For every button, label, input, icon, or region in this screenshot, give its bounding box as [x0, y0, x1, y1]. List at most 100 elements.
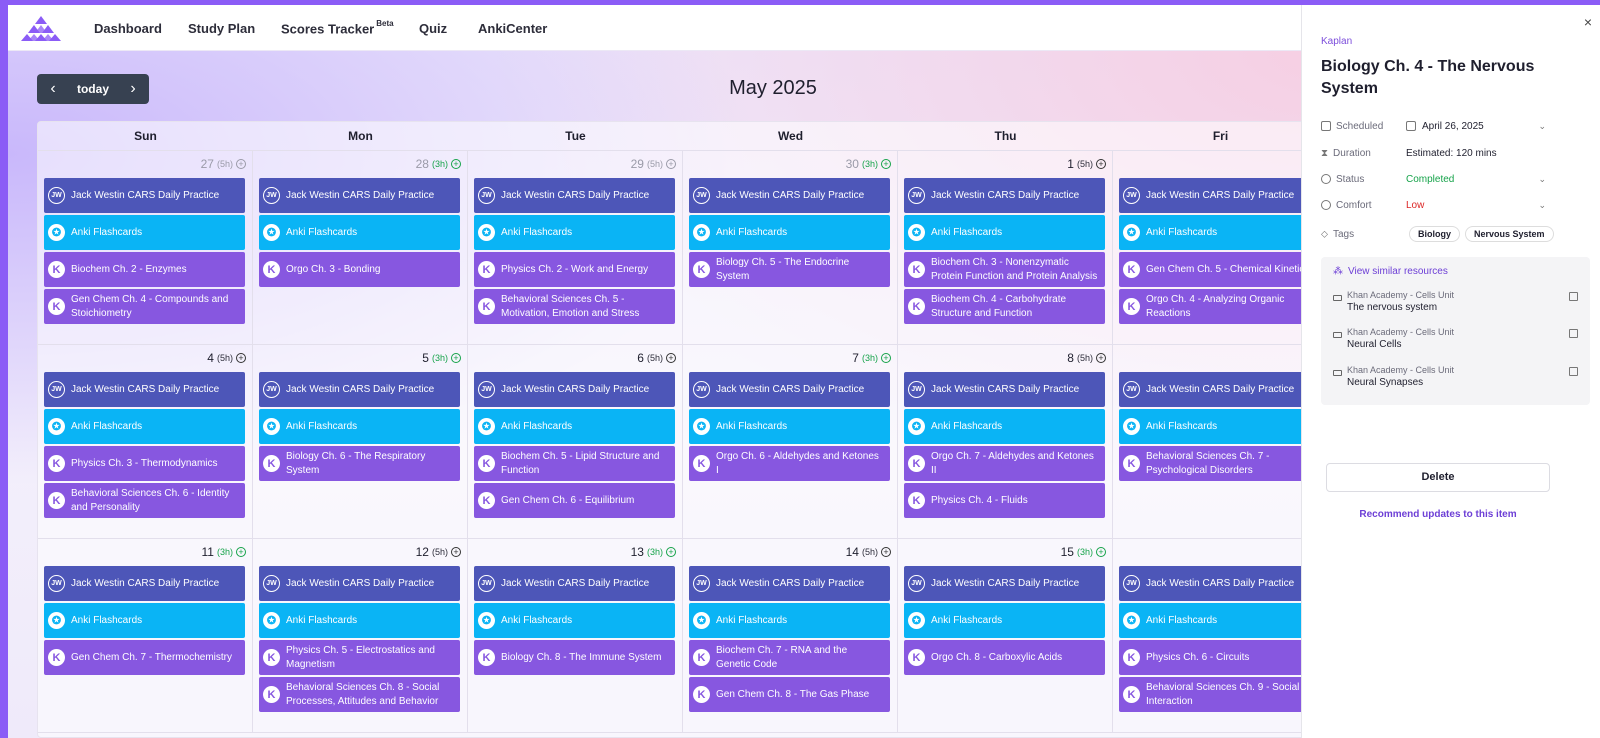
- status-value[interactable]: Completed: [1406, 174, 1454, 185]
- calendar-event[interactable]: JW Jack Westin CARS Daily Practice: [689, 566, 890, 601]
- prev-month-button[interactable]: ‹: [47, 80, 59, 98]
- day-cell[interactable]: 4 (5h) + JW Jack Westin CARS Daily Practice ✪…: [38, 345, 253, 539]
- calendar-event[interactable]: JW Jack Westin CARS Daily Practice: [474, 566, 675, 601]
- calendar-event[interactable]: K Gen Chem Ch. 6 - Equilibrium: [474, 483, 675, 518]
- recommend-updates-link[interactable]: Recommend updates to this item: [1326, 509, 1550, 520]
- calendar-event[interactable]: JW Jack Westin CARS Daily Practice: [904, 178, 1105, 213]
- calendar-event[interactable]: JW Jack Westin CARS Daily Practice: [44, 566, 245, 601]
- calendar-event[interactable]: JW Jack Westin CARS Daily Practice: [259, 566, 460, 601]
- calendar-event[interactable]: ✪ Anki Flashcards: [904, 603, 1105, 638]
- calendar-event[interactable]: ✪ Anki Flashcards: [44, 409, 245, 444]
- similar-item[interactable]: Khan Academy - Cells Unit Neural Synapse…: [1333, 365, 1578, 395]
- day-cell[interactable]: 30 (3h) + JW Jack Westin CARS Daily Practice…: [683, 151, 898, 345]
- add-event-icon[interactable]: +: [451, 353, 461, 363]
- tag-nervous-system[interactable]: Nervous System: [1465, 226, 1554, 242]
- tag-biology[interactable]: Biology: [1409, 226, 1460, 242]
- calendar-event[interactable]: JW Jack Westin CARS Daily Practice: [689, 178, 890, 213]
- calendar-event[interactable]: K Orgo Ch. 3 - Bonding: [259, 252, 460, 287]
- delete-button[interactable]: Delete: [1326, 463, 1550, 492]
- calendar-event[interactable]: JW Jack Westin CARS Daily Practice: [1119, 372, 1320, 407]
- day-cell[interactable]: 6 (5h) + JW Jack Westin CARS Daily Practice ✪…: [468, 345, 683, 539]
- calendar-event[interactable]: ✪ Anki Flashcards: [474, 215, 675, 250]
- calendar-event[interactable]: ✪ Anki Flashcards: [689, 603, 890, 638]
- view-similar-link[interactable]: ⁂ View similar resources: [1333, 266, 1448, 277]
- add-event-icon[interactable]: +: [1096, 547, 1106, 557]
- calendar-event[interactable]: ✪ Anki Flashcards: [689, 409, 890, 444]
- calendar-event[interactable]: ✪ Anki Flashcards: [259, 215, 460, 250]
- add-event-icon[interactable]: +: [236, 353, 246, 363]
- calendar-event[interactable]: K Physics Ch. 4 - Fluids: [904, 483, 1105, 518]
- calendar-event[interactable]: K Orgo Ch. 8 - Carboxylic Acids: [904, 640, 1105, 675]
- calendar-event[interactable]: JW Jack Westin CARS Daily Practice: [904, 566, 1105, 601]
- calendar-event[interactable]: K Behavioral Sciences Ch. 6 - Identity an…: [44, 483, 245, 518]
- calendar-event[interactable]: K Gen Chem Ch. 7 - Thermochemistry: [44, 640, 245, 675]
- add-event-icon[interactable]: +: [666, 353, 676, 363]
- calendar-event[interactable]: K Biology Ch. 6 - The Respiratory System: [259, 446, 460, 481]
- day-cell[interactable]: 12 (5h) + JW Jack Westin CARS Daily Practice…: [253, 539, 468, 733]
- calendar-event[interactable]: K Physics Ch. 3 - Thermodynamics: [44, 446, 245, 481]
- calendar-event[interactable]: K Biochem Ch. 2 - Enzymes: [44, 252, 245, 287]
- day-cell[interactable]: 7 (3h) + JW Jack Westin CARS Daily Practice ✪…: [683, 345, 898, 539]
- calendar-event[interactable]: ✪ Anki Flashcards: [44, 215, 245, 250]
- scheduled-chevron-down-icon[interactable]: ⌄: [1538, 121, 1546, 132]
- triangle-grid-logo-icon[interactable]: [20, 15, 62, 41]
- add-event-icon[interactable]: +: [1096, 353, 1106, 363]
- calendar-event[interactable]: K Behavioral Sciences Ch. 8 - Social Proc…: [259, 677, 460, 712]
- add-event-icon[interactable]: +: [881, 353, 891, 363]
- add-event-icon[interactable]: +: [451, 159, 461, 169]
- calendar-event[interactable]: JW Jack Westin CARS Daily Practice: [259, 372, 460, 407]
- similar-item[interactable]: Khan Academy - Cells Unit Neural Cells: [1333, 327, 1578, 357]
- nav-dashboard[interactable]: Dashboard: [94, 21, 162, 36]
- external-link-icon[interactable]: [1569, 329, 1578, 338]
- calendar-event[interactable]: JW Jack Westin CARS Daily Practice: [474, 372, 675, 407]
- today-button[interactable]: today: [77, 82, 109, 96]
- nav-study-plan[interactable]: Study Plan: [188, 21, 255, 36]
- calendar-event[interactable]: ✪ Anki Flashcards: [259, 603, 460, 638]
- calendar-event[interactable]: K Physics Ch. 6 - Circuits: [1119, 640, 1320, 675]
- add-event-icon[interactable]: +: [1096, 159, 1106, 169]
- calendar-event[interactable]: ✪ Anki Flashcards: [1119, 603, 1320, 638]
- comfort-chevron-down-icon[interactable]: ⌄: [1538, 200, 1546, 211]
- calendar-event[interactable]: ✪ Anki Flashcards: [259, 409, 460, 444]
- calendar-event[interactable]: K Biochem Ch. 5 - Lipid Structure and Fun…: [474, 446, 675, 481]
- calendar-event[interactable]: JW Jack Westin CARS Daily Practice: [904, 372, 1105, 407]
- similar-item[interactable]: Khan Academy - Cells Unit The nervous sy…: [1333, 290, 1578, 320]
- day-cell[interactable]: 8 (5h) + JW Jack Westin CARS Daily Practice ✪…: [898, 345, 1113, 539]
- status-chevron-down-icon[interactable]: ⌄: [1538, 174, 1546, 185]
- scheduled-value-wrap[interactable]: April 26, 2025: [1406, 121, 1484, 132]
- add-event-icon[interactable]: +: [881, 547, 891, 557]
- day-cell[interactable]: 1 (5h) + JW Jack Westin CARS Daily Practice ✪…: [898, 151, 1113, 345]
- calendar-event[interactable]: ✪ Anki Flashcards: [904, 409, 1105, 444]
- calendar-event[interactable]: JW Jack Westin CARS Daily Practice: [474, 178, 675, 213]
- calendar-event[interactable]: K Biology Ch. 8 - The Immune System: [474, 640, 675, 675]
- calendar-event[interactable]: K Gen Chem Ch. 4 - Compounds and Stoichio…: [44, 289, 245, 324]
- calendar-event[interactable]: JW Jack Westin CARS Daily Practice: [259, 178, 460, 213]
- day-cell[interactable]: 15 (3h) + JW Jack Westin CARS Daily Practice…: [898, 539, 1113, 733]
- calendar-event[interactable]: K Biochem Ch. 7 - RNA and the Genetic Cod…: [689, 640, 890, 675]
- external-link-icon[interactable]: [1569, 367, 1578, 376]
- add-event-icon[interactable]: +: [236, 159, 246, 169]
- add-event-icon[interactable]: +: [236, 547, 246, 557]
- calendar-event[interactable]: K Gen Chem Ch. 5 - Chemical Kinetics: [1119, 252, 1320, 287]
- external-link-icon[interactable]: [1569, 292, 1578, 301]
- add-event-icon[interactable]: +: [881, 159, 891, 169]
- nav-ankicenter[interactable]: AnkiCenter: [478, 21, 547, 36]
- calendar-event[interactable]: K Orgo Ch. 4 - Analyzing Organic Reaction…: [1119, 289, 1320, 324]
- calendar-event[interactable]: K Behavioral Sciences Ch. 7 - Psychologic…: [1119, 446, 1320, 481]
- add-event-icon[interactable]: +: [666, 547, 676, 557]
- day-cell[interactable]: 9(3JWJack Westin CARS Daily Practice✪Ank…: [1113, 345, 1328, 539]
- close-icon[interactable]: ×: [1584, 14, 1592, 30]
- calendar-event[interactable]: JW Jack Westin CARS Daily Practice: [689, 372, 890, 407]
- day-cell[interactable]: 5 (3h) + JW Jack Westin CARS Daily Practice ✪…: [253, 345, 468, 539]
- day-cell[interactable]: 16JWJack Westin CARS Daily Practice✪Anki…: [1113, 539, 1328, 733]
- day-cell[interactable]: 14 (5h) + JW Jack Westin CARS Daily Practice…: [683, 539, 898, 733]
- comfort-value[interactable]: Low: [1406, 200, 1424, 211]
- day-cell[interactable]: 11 (3h) + JW Jack Westin CARS Daily Practice…: [38, 539, 253, 733]
- next-month-button[interactable]: ›: [127, 80, 139, 98]
- calendar-event[interactable]: ✪ Anki Flashcards: [1119, 215, 1320, 250]
- day-cell[interactable]: 2JWJack Westin CARS Daily Practice✪Anki …: [1113, 151, 1328, 345]
- calendar-event[interactable]: ✪ Anki Flashcards: [904, 215, 1105, 250]
- calendar-event[interactable]: JW Jack Westin CARS Daily Practice: [1119, 566, 1320, 601]
- day-cell[interactable]: 29 (5h) + JW Jack Westin CARS Daily Practice…: [468, 151, 683, 345]
- day-cell[interactable]: 27 (5h) + JW Jack Westin CARS Daily Practice…: [38, 151, 253, 345]
